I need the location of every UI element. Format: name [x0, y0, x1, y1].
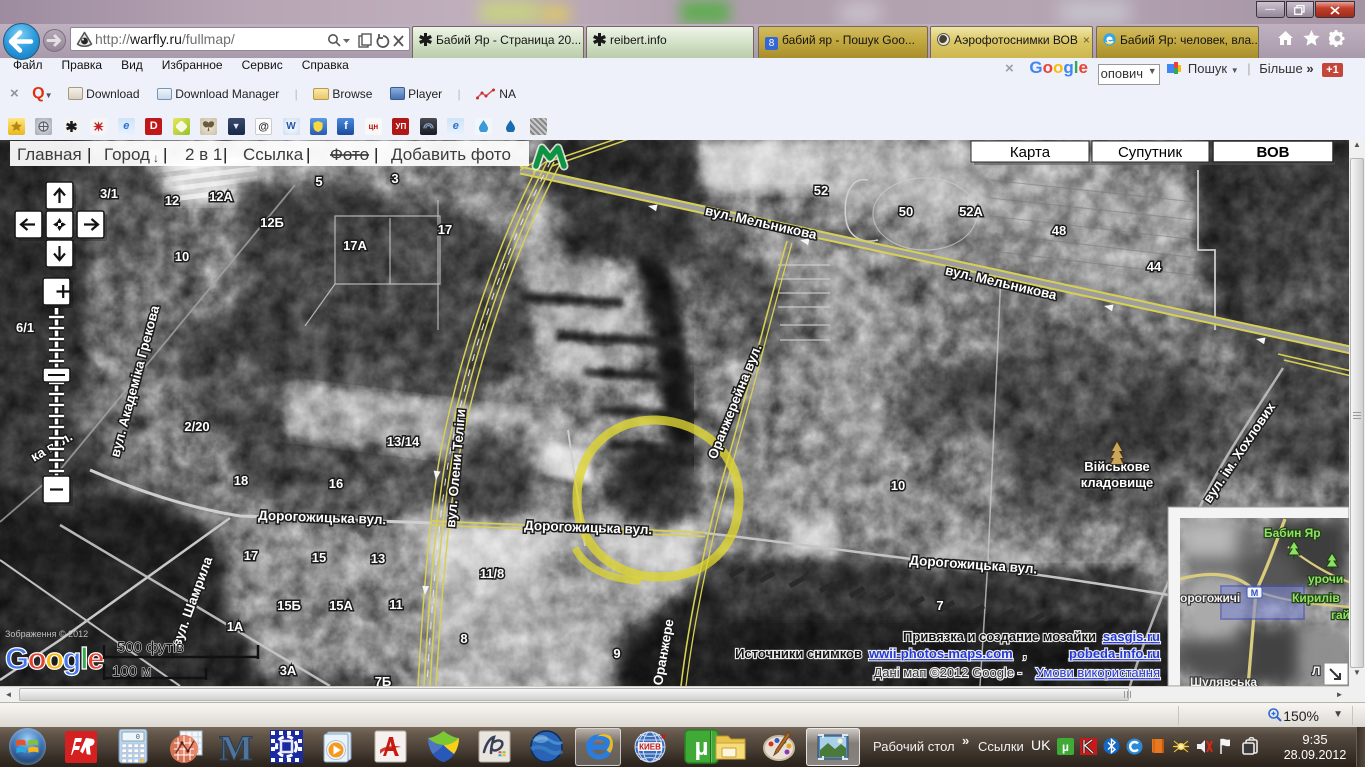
svg-text:2 в 1: 2 в 1	[185, 145, 222, 164]
svg-text:,: ,	[1023, 646, 1027, 661]
svg-text:52: 52	[814, 183, 828, 198]
svg-text:12А: 12А	[209, 189, 233, 204]
svg-text:Главная: Главная	[17, 145, 82, 164]
svg-text:11/8: 11/8	[480, 566, 505, 581]
svg-text:|: |	[163, 145, 167, 164]
svg-text:17: 17	[438, 222, 452, 237]
svg-text:12: 12	[165, 193, 179, 208]
svg-text:5: 5	[315, 174, 322, 189]
svg-text:M: M	[1251, 588, 1259, 598]
svg-text:µ: µ	[695, 734, 709, 761]
svg-text:Google: Google	[5, 641, 104, 676]
svg-text:7Б: 7Б	[375, 674, 392, 686]
svg-text:wwii-photos-maps.com: wwii-photos-maps.com	[868, 646, 1013, 661]
svg-text:Ссылка: Ссылка	[243, 145, 304, 164]
svg-text:Привязка и создание мозайки: Привязка и создание мозайки	[903, 629, 1096, 644]
svg-text:3А: 3А	[280, 663, 297, 678]
svg-text:|: |	[223, 145, 227, 164]
svg-text:ВОВ: ВОВ	[1257, 144, 1290, 161]
svg-text:pobeda-info.ru: pobeda-info.ru	[1069, 646, 1160, 661]
svg-text:Шулявська: Шулявська	[1190, 675, 1257, 686]
svg-text:17А: 17А	[343, 238, 367, 253]
svg-text:Фото: Фото	[330, 145, 369, 164]
svg-text:15Б: 15Б	[277, 598, 301, 613]
svg-text:Город: Город	[104, 145, 150, 164]
svg-text:Карта: Карта	[1010, 144, 1051, 161]
svg-text:10: 10	[175, 249, 189, 264]
svg-text:17: 17	[244, 548, 258, 563]
svg-text:Бабин Яр: Бабин Яр	[1264, 526, 1321, 540]
svg-text:M: M	[219, 730, 253, 764]
svg-text:12Б: 12Б	[260, 215, 284, 230]
svg-text:8: 8	[460, 631, 467, 646]
svg-text:Кирилів: Кирилів	[1292, 591, 1340, 605]
svg-text:3/1: 3/1	[100, 186, 118, 201]
svg-text:16: 16	[329, 476, 343, 491]
svg-text:КИЕВ: КИЕВ	[639, 743, 661, 752]
svg-text:44: 44	[1147, 259, 1162, 274]
svg-text:|: |	[306, 145, 310, 164]
svg-text:µ: µ	[1062, 740, 1069, 754]
svg-text:Добавить фото: Добавить фото	[391, 145, 511, 164]
svg-text:13: 13	[371, 551, 385, 566]
svg-text:500 футів: 500 футів	[117, 639, 184, 656]
svg-text:|: |	[374, 145, 378, 164]
svg-text:13/14: 13/14	[387, 434, 420, 449]
svg-text:15А: 15А	[329, 598, 353, 613]
svg-text:Источники снимков: Источники снимков	[735, 646, 862, 661]
svg-text:орогожичі: орогожичі	[1180, 591, 1240, 605]
svg-text:48: 48	[1052, 223, 1066, 238]
svg-text:9: 9	[613, 646, 620, 661]
svg-text:гай: гай	[1331, 608, 1349, 622]
svg-text:15: 15	[312, 550, 326, 565]
svg-text:Супутник: Супутник	[1118, 144, 1182, 161]
svg-text:↓: ↓	[153, 151, 159, 165]
svg-text:урочи: урочи	[1308, 572, 1343, 586]
svg-text:100 м: 100 м	[112, 663, 152, 680]
svg-text:10: 10	[891, 478, 905, 493]
svg-text:Дані мап ©2012 Google -: Дані мап ©2012 Google -	[873, 665, 1022, 680]
svg-text:7: 7	[936, 598, 943, 613]
svg-text:11: 11	[389, 597, 403, 612]
svg-text:sasgis.ru: sasgis.ru	[1103, 629, 1160, 644]
svg-text:52А: 52А	[959, 204, 983, 219]
svg-text:2/20: 2/20	[184, 419, 209, 434]
svg-text:кладовище: кладовище	[1081, 475, 1154, 490]
svg-text:Л: Л	[1312, 664, 1320, 678]
svg-text:1А: 1А	[227, 619, 244, 634]
svg-text:0: 0	[136, 734, 140, 742]
svg-text:Умови використання: Умови використання	[1036, 665, 1160, 680]
svg-text:|: |	[87, 145, 91, 164]
svg-text:Зображення © 2012: Зображення © 2012	[5, 629, 88, 639]
svg-text:50: 50	[899, 204, 913, 219]
svg-text:6/1: 6/1	[16, 320, 34, 335]
svg-text:18: 18	[234, 473, 248, 488]
svg-text:3: 3	[391, 171, 398, 186]
